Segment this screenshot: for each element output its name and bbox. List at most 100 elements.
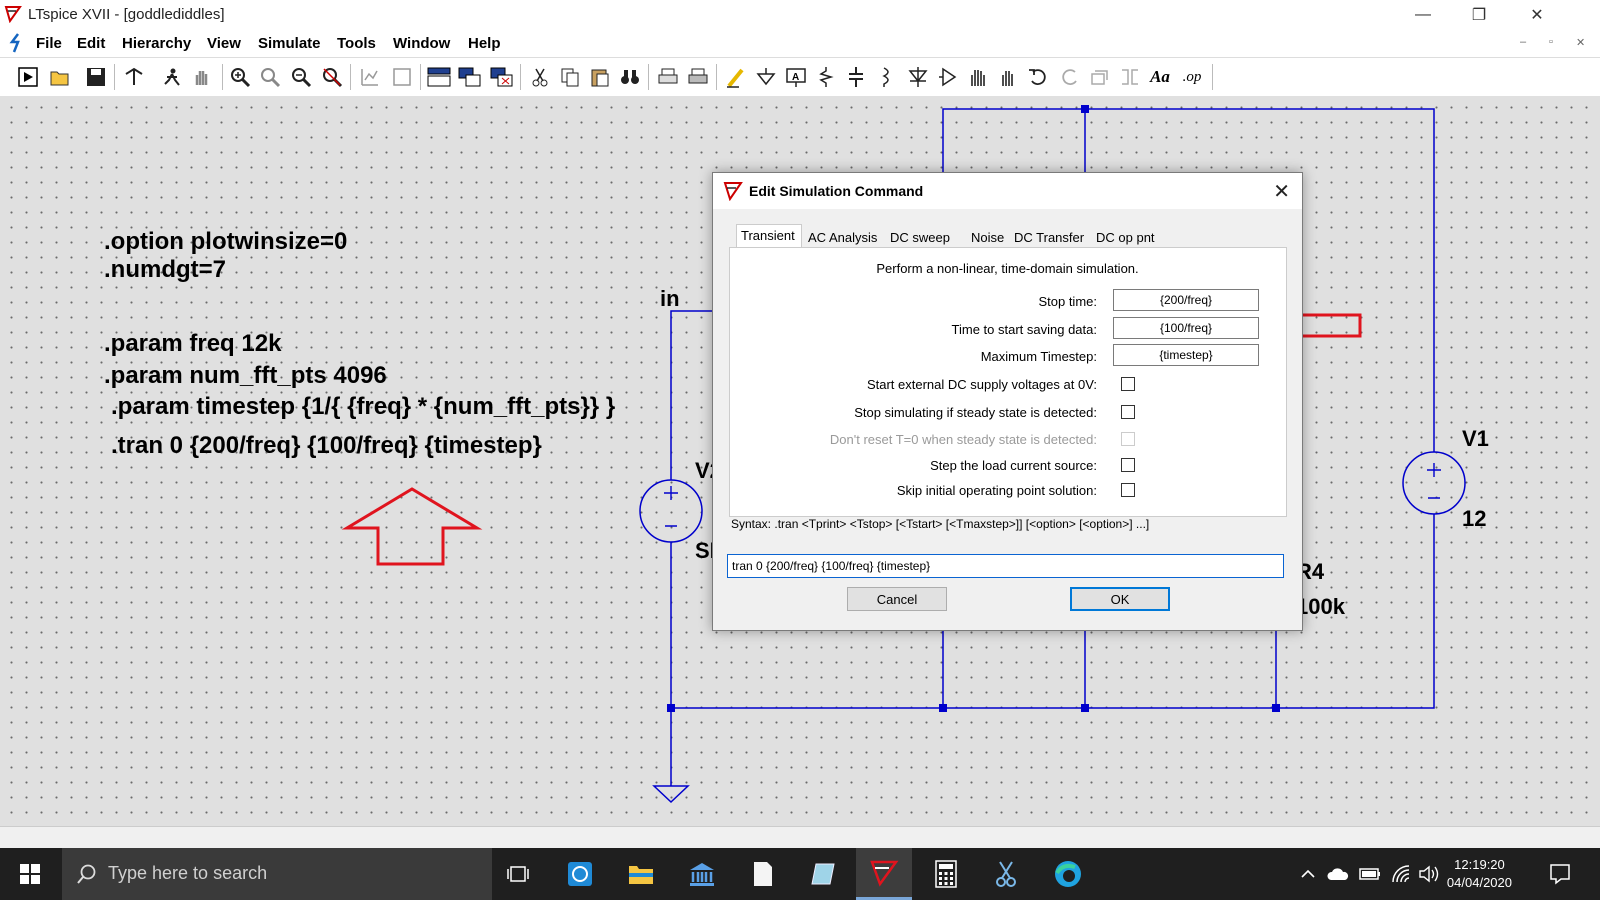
taskbar-app-notepad[interactable]: [735, 848, 791, 900]
taskbar-app-sync[interactable]: [552, 848, 608, 900]
skip-op-checkbox[interactable]: [1121, 483, 1135, 497]
zoom-in-icon[interactable]: [228, 65, 252, 89]
capacitor-icon[interactable]: [844, 65, 868, 89]
step-load-checkbox[interactable]: [1121, 458, 1135, 472]
copy-icon[interactable]: [558, 65, 582, 89]
dialog-title-bar[interactable]: Edit Simulation Command ✕: [713, 173, 1302, 209]
redo-icon[interactable]: [1058, 65, 1082, 89]
save-icon[interactable]: [84, 65, 108, 89]
volume-tray-button[interactable]: [1418, 864, 1440, 884]
tile-icon[interactable]: [427, 65, 451, 89]
stop-time-label: Stop time:: [1038, 294, 1097, 309]
spice-directive-icon[interactable]: .op: [1180, 65, 1204, 89]
search-box[interactable]: Type here to search: [62, 848, 492, 900]
find-icon[interactable]: [618, 65, 642, 89]
taskbar-app-documents[interactable]: [796, 848, 852, 900]
pan-icon[interactable]: [190, 65, 214, 89]
run-icon[interactable]: [16, 65, 40, 89]
cancel-button[interactable]: Cancel: [847, 587, 947, 611]
menu-file[interactable]: File: [36, 35, 62, 52]
zoom-cancel-icon[interactable]: [320, 65, 344, 89]
menu-simulate[interactable]: Simulate: [258, 35, 321, 52]
directive-numdgt[interactable]: .numdgt=7: [104, 256, 226, 284]
stop-time-input[interactable]: [1113, 289, 1259, 311]
component-icon[interactable]: [936, 65, 960, 89]
directive-param-fft[interactable]: .param num_fft_pts 4096: [104, 362, 387, 390]
start-saving-input[interactable]: [1113, 317, 1259, 339]
menu-view[interactable]: View: [207, 35, 241, 52]
print-icon[interactable]: [686, 65, 710, 89]
paste-icon[interactable]: [588, 65, 612, 89]
text-icon[interactable]: Aa: [1148, 65, 1172, 89]
tab-ac-analysis[interactable]: AC Analysis: [804, 227, 881, 247]
autorange-icon[interactable]: [358, 65, 382, 89]
net-label-in[interactable]: in: [660, 286, 680, 312]
dialog-close-button[interactable]: ✕: [1273, 179, 1290, 204]
show-hidden-icons-button[interactable]: [1298, 864, 1318, 884]
tab-dc-op-pnt[interactable]: DC op pnt: [1092, 227, 1159, 247]
resistor-icon[interactable]: [814, 65, 838, 89]
zoom-full-icon[interactable]: [258, 65, 282, 89]
zoom-out-icon[interactable]: [289, 65, 313, 89]
diode-icon[interactable]: [906, 65, 930, 89]
visible-traces-icon[interactable]: [390, 65, 414, 89]
minimize-button[interactable]: —: [1400, 0, 1446, 30]
command-input[interactable]: [727, 554, 1284, 578]
tab-transient[interactable]: Transient: [736, 224, 802, 249]
close-button[interactable]: ✕: [1514, 0, 1560, 30]
directive-tran[interactable]: .tran 0 {200/freq} {100/freq} {timestep}: [111, 432, 542, 460]
halt-icon[interactable]: [160, 65, 184, 89]
mdi-close-button[interactable]: ✕: [1576, 36, 1585, 49]
cut-icon[interactable]: [528, 65, 552, 89]
taskbar-app-library[interactable]: [674, 848, 730, 900]
notifications-button[interactable]: [1548, 862, 1572, 886]
taskbar-app-snipping[interactable]: [978, 848, 1034, 900]
ground-icon[interactable]: [754, 65, 778, 89]
taskbar-app-calculator[interactable]: [918, 848, 974, 900]
mirror-icon[interactable]: [1118, 65, 1142, 89]
r4-value-label[interactable]: 100k: [1296, 594, 1345, 620]
mdi-restore-button[interactable]: ▫: [1549, 36, 1553, 48]
open-icon[interactable]: [48, 65, 72, 89]
battery-tray-button[interactable]: [1358, 864, 1382, 884]
directive-param-freq[interactable]: .param freq 12k: [104, 330, 281, 358]
directive-param-timestep[interactable]: .param timestep {1/{ {freq} * {num_fft_p…: [111, 393, 615, 421]
task-view-button[interactable]: [490, 848, 546, 900]
inductor-icon[interactable]: [874, 65, 898, 89]
label-net-icon[interactable]: A: [784, 65, 808, 89]
maximize-button[interactable]: ❐: [1456, 0, 1502, 30]
menu-edit[interactable]: Edit: [77, 35, 105, 52]
cascade-icon[interactable]: [458, 65, 482, 89]
taskbar-app-explorer[interactable]: [613, 848, 669, 900]
wire-icon[interactable]: [724, 65, 748, 89]
menu-hierarchy[interactable]: Hierarchy: [122, 35, 191, 52]
tab-dc-sweep[interactable]: DC sweep: [886, 227, 954, 247]
clock[interactable]: 12:19:20 04/04/2020: [1447, 856, 1512, 892]
v1-value-label[interactable]: 12: [1462, 506, 1486, 532]
max-timestep-input[interactable]: [1113, 344, 1259, 366]
wifi-tray-button[interactable]: [1390, 864, 1412, 884]
close-window-icon[interactable]: [490, 65, 514, 89]
dc-supply-zero-checkbox[interactable]: [1121, 377, 1135, 391]
mdi-child-icon[interactable]: [6, 32, 24, 54]
print-setup-icon[interactable]: [656, 65, 680, 89]
ok-button[interactable]: OK: [1070, 587, 1170, 611]
menu-tools[interactable]: Tools: [337, 35, 376, 52]
tab-noise[interactable]: Noise: [967, 227, 1008, 247]
menu-window[interactable]: Window: [393, 35, 450, 52]
steady-state-stop-checkbox[interactable]: [1121, 405, 1135, 419]
menu-help[interactable]: Help: [468, 35, 501, 52]
move-icon[interactable]: [966, 65, 990, 89]
directive-option[interactable]: .option plotwinsize=0: [104, 228, 347, 256]
mdi-minimize-button[interactable]: –: [1520, 36, 1526, 48]
start-button[interactable]: [2, 848, 58, 900]
onedrive-tray-button[interactable]: [1326, 864, 1350, 884]
rotate-icon[interactable]: [1088, 65, 1112, 89]
v1-name-label[interactable]: V1: [1462, 426, 1489, 452]
taskbar-app-ltspice[interactable]: [856, 848, 912, 900]
undo-icon[interactable]: [1026, 65, 1050, 89]
control-panel-icon[interactable]: [122, 65, 146, 89]
tab-dc-transfer[interactable]: DC Transfer: [1010, 227, 1088, 247]
drag-icon[interactable]: [996, 65, 1020, 89]
taskbar-app-edge[interactable]: [1040, 848, 1096, 900]
